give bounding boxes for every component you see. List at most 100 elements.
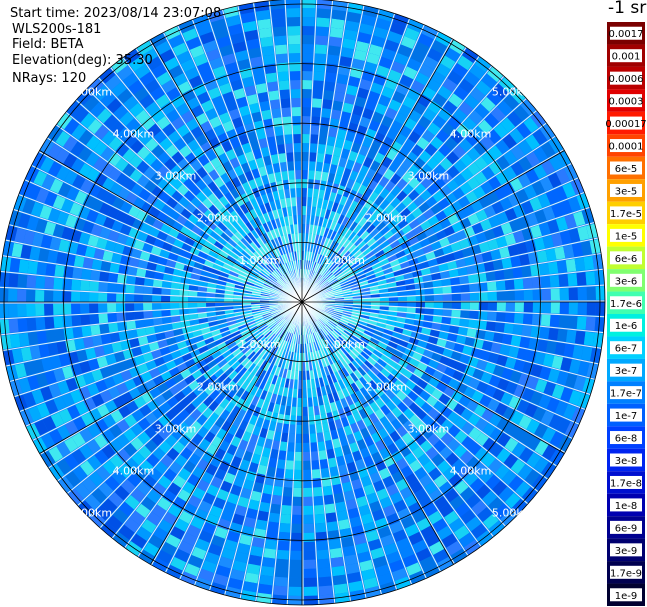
ppi-range-gate (442, 302, 452, 309)
ppi-range-gate (330, 18, 345, 30)
ppi-range-gate (310, 442, 318, 452)
ppi-range-gate (71, 279, 82, 291)
ppi-range-gate (302, 152, 309, 162)
ppi-range-gate (134, 276, 145, 286)
ppi-range-gate (318, 134, 328, 145)
ppi-range-gate (152, 295, 162, 302)
ppi-range-gate (319, 125, 329, 136)
ppi-range-gate (73, 255, 85, 268)
ppi-range-gate (302, 107, 311, 117)
ppi-range-gate (292, 496, 302, 506)
ppi-range-gate (53, 290, 63, 302)
ppi-range-gate (323, 90, 334, 101)
ppi-range-gate (539, 263, 550, 276)
ppi-range-gate (170, 309, 180, 316)
ppi-range-gate (265, 72, 278, 83)
ppi-range-gate (188, 302, 198, 308)
ppi-range-gate (143, 278, 154, 287)
range-label: 5.00km (70, 85, 112, 98)
ppi-range-gate (303, 568, 317, 578)
range-label: 2.00km (197, 212, 239, 225)
ppi-range-gate (318, 576, 332, 587)
ppi-range-gate (292, 125, 301, 135)
colorbar-tick-label: 1.7e-9 (610, 568, 642, 579)
ppi-range-gate (312, 89, 323, 99)
ppi-range-gate (279, 522, 291, 533)
ppi-range-gate (335, 82, 347, 94)
ppi-range-gate (289, 71, 301, 81)
ppi-range-gate (274, 35, 287, 46)
ppi-range-gate (495, 280, 506, 291)
ppi-range-gate (310, 134, 319, 144)
ppi-range-gate (270, 99, 281, 110)
colorbar-tick-label: 6e-6 (615, 254, 638, 265)
ppi-range-gate (271, 8, 285, 19)
range-label: 2.00km (365, 380, 407, 393)
ppi-range-gate (263, 548, 276, 559)
ppi-range-gate (315, 26, 329, 37)
ppi-range-gate (116, 293, 126, 302)
ppi-range-gate (152, 287, 162, 295)
ppi-range-gate (312, 469, 321, 479)
ppi-range-gate (311, 460, 320, 470)
ppi-range-gate (90, 270, 101, 281)
ppi-range-gate (314, 513, 326, 524)
ppi-range-gate (308, 170, 315, 180)
ppi-range-gate (539, 327, 550, 340)
ppi-range-gate (568, 302, 578, 315)
ppi-range-gate (325, 72, 337, 83)
range-label: 4.00km (450, 465, 492, 478)
ppi-range-gate (80, 314, 91, 326)
ppi-range-gate (256, 9, 271, 21)
ppi-range-gate (261, 493, 272, 504)
ppi-range-gate (179, 302, 189, 309)
ppi-range-gate (503, 268, 514, 280)
ppi-range-gate (303, 514, 314, 524)
ppi-range-gate (424, 288, 434, 295)
range-label: 3.00km (408, 422, 450, 435)
ppi-range-gate (442, 309, 452, 317)
ppi-range-gate (188, 296, 198, 302)
ppi-range-gate (478, 311, 488, 321)
ppi-range-gate (311, 107, 321, 117)
ppi-range-gate (566, 329, 577, 344)
ppi-range-gate (296, 424, 302, 434)
ppi-range-gate (279, 89, 290, 100)
ppi-range-gate (161, 288, 171, 296)
ppi-range-gate (397, 302, 407, 307)
ppi-range-gate (338, 519, 351, 530)
ppi-range-gate (9, 333, 21, 348)
range-label: 5.00km (492, 85, 534, 98)
ppi-range-gate (330, 556, 344, 568)
ppi-range-gate (326, 521, 339, 532)
ppi-range-gate (303, 460, 311, 470)
ppi-range-gate (459, 275, 469, 285)
ppi-range-gate (143, 318, 154, 327)
ppi-range-gate (89, 303, 99, 314)
ppi-range-gate (558, 315, 569, 328)
ppi-range-gate (296, 197, 302, 207)
ppi-range-gate (302, 424, 309, 434)
ppi-range-gate (493, 332, 504, 343)
colorbar-tick-label: 0.0017 (609, 29, 644, 40)
ppi-range-gate (17, 274, 28, 288)
ppi-range-gate (317, 567, 331, 578)
ppi-range-gate (469, 292, 479, 301)
ppi-range-gate (451, 293, 461, 301)
ppi-range-gate (107, 283, 117, 293)
ppi-range-gate (469, 283, 479, 292)
ppi-range-gate (549, 315, 560, 328)
ppi-range-gate (460, 293, 470, 301)
colorbar-tick-label: 1.7e-8 (610, 478, 642, 489)
ppi-range-gate (302, 116, 311, 126)
ppi-range-gate (550, 288, 560, 301)
ppi-range-gate (26, 303, 36, 317)
ppi-range-gate (74, 338, 85, 351)
ppi-range-gate (44, 290, 54, 302)
ppi-range-gate (288, 170, 295, 180)
ppi-range-gate (313, 486, 323, 497)
ppi-range-gate (294, 161, 302, 171)
ppi-range-gate (478, 302, 488, 311)
ppi-range-gate (271, 494, 282, 505)
ppi-range-gate (302, 8, 316, 18)
